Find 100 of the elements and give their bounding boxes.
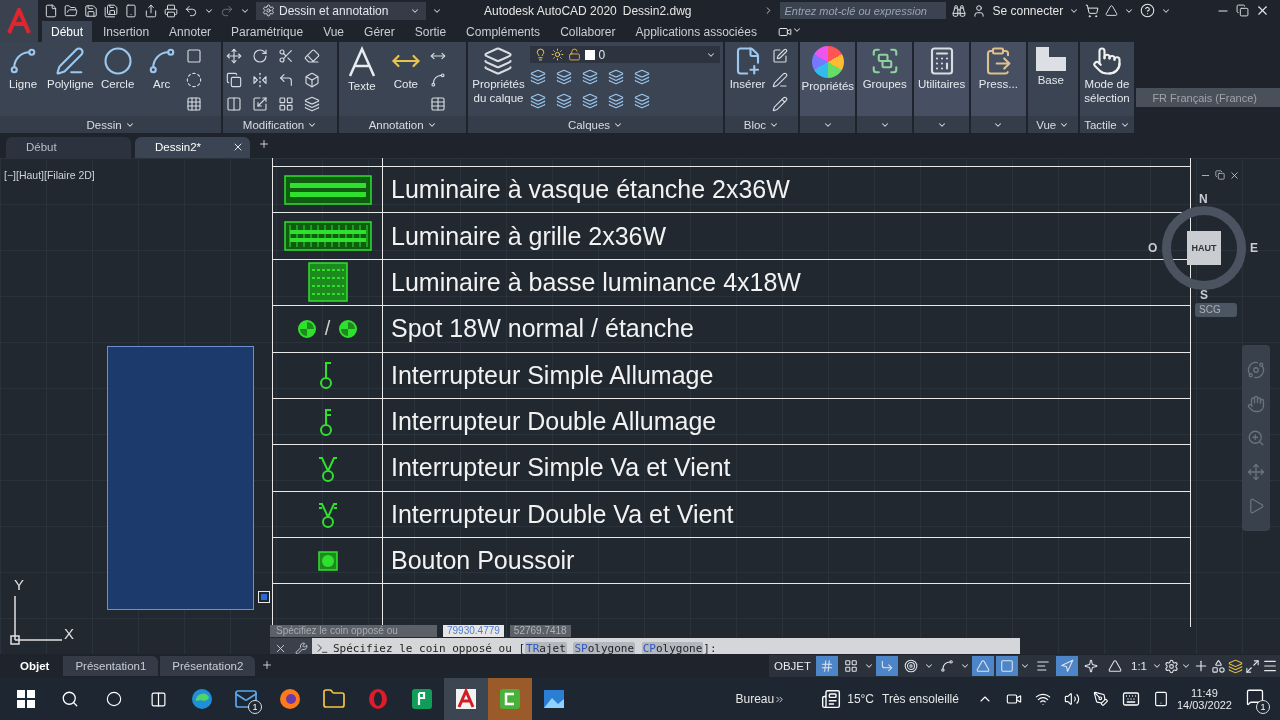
restore-icon[interactable] bbox=[1236, 4, 1249, 17]
search-field[interactable]: Entrez mot-clé ou expression bbox=[780, 2, 947, 19]
ribbon-tool[interactable]: Ligne bbox=[3, 46, 43, 92]
undo-icon[interactable] bbox=[184, 3, 198, 18]
panel-title[interactable]: Annotation bbox=[338, 116, 467, 133]
fullscreen-icon[interactable] bbox=[1245, 658, 1260, 674]
keyboard-icon[interactable] bbox=[1121, 690, 1140, 708]
ucs-dropdown[interactable]: SCG bbox=[1195, 302, 1237, 317]
sun-icon[interactable] bbox=[550, 48, 564, 61]
ribbon-tab[interactable]: Insertion bbox=[94, 21, 159, 42]
scale-dropdown[interactable]: 1:1 bbox=[1128, 660, 1150, 672]
ribbon-tool[interactable]: Base bbox=[1030, 46, 1071, 88]
panel-title[interactable]: Calques bbox=[468, 116, 723, 133]
caret-icon[interactable] bbox=[1152, 661, 1162, 671]
ribbon-tool[interactable]: Texte bbox=[341, 46, 382, 94]
triangle-icon[interactable] bbox=[1105, 4, 1119, 17]
layer-tool-icon[interactable] bbox=[581, 93, 598, 109]
add-tab-icon[interactable] bbox=[258, 138, 270, 151]
binoculars-icon[interactable] bbox=[952, 3, 967, 18]
temperature-text[interactable]: 15°C bbox=[847, 692, 874, 706]
new-file-icon[interactable] bbox=[44, 3, 58, 18]
mail-icon[interactable] bbox=[234, 687, 258, 711]
panel-title[interactable]: Vue bbox=[1027, 116, 1078, 133]
isolate-icon[interactable] bbox=[1211, 658, 1226, 674]
rotate-icon[interactable] bbox=[252, 48, 269, 64]
ribbon-tool[interactable]: Polyligne bbox=[47, 46, 94, 92]
attribute-icon[interactable] bbox=[771, 96, 788, 112]
ribbon-tool[interactable]: Propriétés bbox=[803, 46, 853, 94]
ribbon-tab[interactable]: Vue bbox=[314, 21, 354, 42]
base-view-icon[interactable] bbox=[1034, 46, 1067, 72]
close-icon[interactable] bbox=[1229, 169, 1240, 181]
ribbon-tab[interactable]: Début bbox=[42, 21, 93, 42]
wrench-icon[interactable] bbox=[295, 641, 308, 655]
settings-icon[interactable] bbox=[1164, 658, 1179, 674]
drawing-canvas[interactable] bbox=[0, 157, 1280, 655]
box-icon[interactable] bbox=[304, 72, 321, 88]
layer-tool-icon[interactable] bbox=[607, 93, 624, 109]
layers-icon[interactable] bbox=[483, 46, 514, 76]
ribbon-tool[interactable]: Cercle bbox=[97, 46, 138, 92]
ribbon-tool[interactable]: Press... bbox=[978, 46, 1019, 92]
ribbon-tool[interactable]: Propriétés du calque bbox=[471, 46, 526, 106]
layer-tool-icon[interactable] bbox=[555, 93, 572, 109]
workspace-dropdown[interactable]: Dessin et annotation bbox=[256, 1, 426, 20]
menu-icon[interactable] bbox=[1262, 658, 1278, 674]
layer-dropdown[interactable]: 0 bbox=[529, 46, 720, 63]
taskbar-app[interactable]: 1 bbox=[224, 678, 268, 720]
array-icon[interactable] bbox=[278, 96, 295, 112]
notification-icon[interactable] bbox=[1246, 688, 1264, 706]
unlock-icon[interactable] bbox=[567, 48, 581, 61]
layout-tab[interactable]: Présentation1 bbox=[63, 656, 159, 676]
gear-icon[interactable] bbox=[262, 4, 275, 17]
document-tab[interactable]: Début bbox=[6, 136, 131, 158]
ribbon-tab[interactable]: Collaborer bbox=[551, 21, 625, 42]
help-icon[interactable] bbox=[1140, 3, 1156, 18]
open-folder-icon[interactable] bbox=[64, 3, 78, 18]
cortana-icon[interactable] bbox=[106, 691, 122, 707]
ribbon-tool[interactable]: Mode de sélection bbox=[1082, 46, 1132, 106]
caret-icon[interactable] bbox=[960, 661, 970, 671]
leader-icon[interactable] bbox=[429, 72, 446, 88]
layer-tool-icon[interactable] bbox=[633, 69, 650, 85]
wifi-icon[interactable] bbox=[1034, 691, 1051, 707]
taskbar-app[interactable] bbox=[444, 678, 488, 720]
ribbon-tool[interactable]: Utilitaires bbox=[917, 46, 966, 92]
ribbon-tab[interactable]: Sortie bbox=[405, 21, 456, 42]
folder-icon[interactable] bbox=[322, 687, 346, 711]
share-icon[interactable] bbox=[144, 3, 158, 18]
ribbon-tool[interactable]: Groupes bbox=[862, 46, 907, 92]
mobile-icon[interactable] bbox=[124, 3, 138, 18]
ribbon-tool[interactable]: Insérer bbox=[727, 46, 768, 92]
rectangle-icon[interactable] bbox=[185, 48, 202, 64]
pen-icon[interactable] bbox=[1092, 691, 1109, 707]
save-icon[interactable] bbox=[84, 3, 98, 18]
restore-icon[interactable] bbox=[1215, 169, 1225, 180]
task-view-icon[interactable] bbox=[149, 690, 167, 708]
search-icon[interactable] bbox=[61, 690, 79, 708]
panel-title[interactable]: Dessin bbox=[0, 116, 222, 133]
grip-handle[interactable] bbox=[258, 590, 270, 603]
print-icon[interactable] bbox=[164, 3, 178, 18]
sign-in-link[interactable]: Se connecter bbox=[992, 3, 1064, 18]
caret-icon[interactable] bbox=[864, 661, 874, 671]
save-as-icon[interactable] bbox=[104, 3, 118, 18]
scissors-icon[interactable] bbox=[278, 48, 295, 64]
clock[interactable]: 11:49 14/03/2022 bbox=[1176, 687, 1232, 711]
circle-icon[interactable] bbox=[102, 46, 133, 76]
layer-tool-icon[interactable] bbox=[633, 93, 650, 109]
layer-tool-icon[interactable] bbox=[581, 69, 598, 85]
ribbon-tab[interactable]: Annoter bbox=[160, 21, 221, 42]
create-block-icon[interactable] bbox=[771, 48, 788, 64]
redo-icon[interactable] bbox=[220, 3, 234, 18]
viewport-label[interactable]: [−][Haut][Filaire 2D] bbox=[4, 168, 95, 181]
ribbon-tab[interactable]: Paramétrique bbox=[222, 21, 313, 42]
command-option[interactable]: CPolygone bbox=[641, 641, 704, 655]
ribbon-tab[interactable]: Applications associées bbox=[626, 21, 766, 42]
mirror-icon[interactable] bbox=[252, 72, 269, 88]
viewcube-face[interactable]: HAUT bbox=[1187, 230, 1221, 265]
panel-title[interactable]: Tactile bbox=[1079, 116, 1135, 133]
layer-tool-icon[interactable] bbox=[529, 93, 546, 109]
compass-label[interactable]: N bbox=[1199, 191, 1208, 206]
scale-icon[interactable] bbox=[252, 96, 269, 112]
command-option[interactable]: SPolygone bbox=[573, 641, 636, 655]
